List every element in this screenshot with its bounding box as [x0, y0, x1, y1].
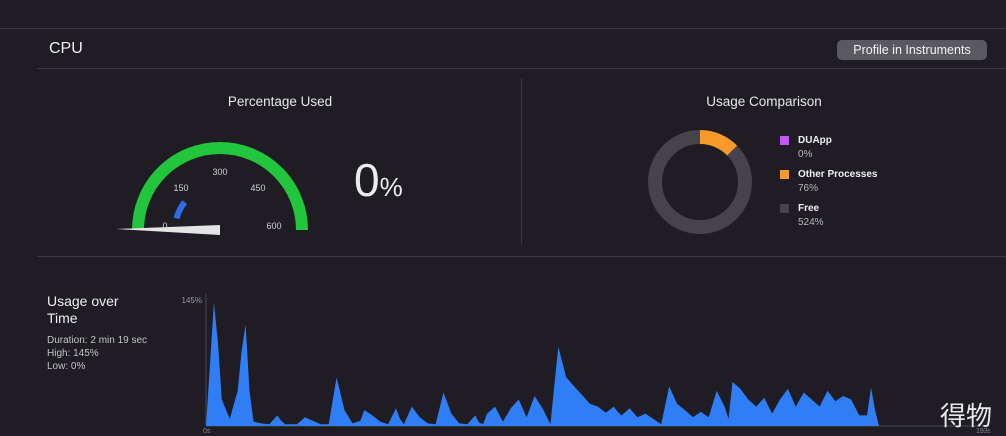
- legend-name: Free: [798, 203, 820, 214]
- usage-duration: Duration: 2 min 19 sec: [47, 335, 148, 346]
- usage-over-time-title: Usage over Time: [47, 293, 119, 327]
- usage-title-line1: Usage over: [47, 293, 119, 309]
- usage-high: High: 145%: [47, 348, 99, 359]
- header-divider: [37, 68, 1006, 69]
- percentage-used-title: Percentage Used: [227, 94, 333, 109]
- gauge-needle: [116, 225, 220, 235]
- gauge-blue-arc: [173, 200, 188, 220]
- legend-swatch-duapp: [780, 136, 789, 145]
- legend-name: DUApp: [798, 135, 832, 146]
- usage-over-time-chart: 145% 0s 193s: [182, 294, 990, 435]
- legend-item-duapp: DUApp 0%: [780, 134, 878, 162]
- page-title: CPU: [49, 40, 83, 57]
- legend-value: 76%: [798, 183, 819, 194]
- usage-comparison-donut: [648, 130, 752, 234]
- profile-in-instruments-button[interactable]: Profile in Instruments: [837, 40, 987, 60]
- gauge-tick-450: 450: [250, 183, 265, 193]
- legend-swatch-other-processes: [780, 170, 789, 179]
- legend-name: Other Processes: [798, 169, 878, 180]
- usage-low: Low: 0%: [47, 361, 86, 372]
- gauge-track-arc: [132, 142, 308, 231]
- usage-comparison-title: Usage Comparison: [706, 94, 822, 109]
- gauge-tick-150: 150: [173, 183, 188, 193]
- watermark-text: 得物: [940, 402, 993, 432]
- usage-stats: Duration: 2 min 19 sec High: 145% Low: 0…: [47, 334, 147, 373]
- y-max-label: 145%: [182, 296, 202, 305]
- middle-divider: [37, 256, 1006, 257]
- cpu-percentage-number: 0: [354, 154, 380, 206]
- gauge-tick-600: 600: [266, 221, 281, 231]
- section-divider: [521, 78, 522, 244]
- gauge-tick-300: 300: [212, 167, 227, 177]
- x-start-label: 0s: [203, 428, 211, 435]
- usage-title-line2: Time: [47, 310, 78, 326]
- legend-value: 524%: [798, 217, 824, 228]
- window-top-divider: [0, 28, 1006, 29]
- legend-item-other-processes: Other Processes 76%: [780, 168, 878, 196]
- legend-value: 0%: [798, 149, 813, 160]
- usage-comparison-legend: DUApp 0% Other Processes 76% Free 524%: [780, 134, 878, 236]
- legend-swatch-free: [780, 204, 789, 213]
- legend-item-free: Free 524%: [780, 202, 878, 230]
- cpu-percentage-unit: %: [379, 172, 403, 202]
- cpu-percentage-value: 0%: [354, 157, 403, 203]
- usage-area-series: [206, 302, 895, 426]
- cpu-gauge: 0 150 300 450 600: [116, 142, 308, 235]
- gauge-tick-0: 0: [162, 221, 167, 231]
